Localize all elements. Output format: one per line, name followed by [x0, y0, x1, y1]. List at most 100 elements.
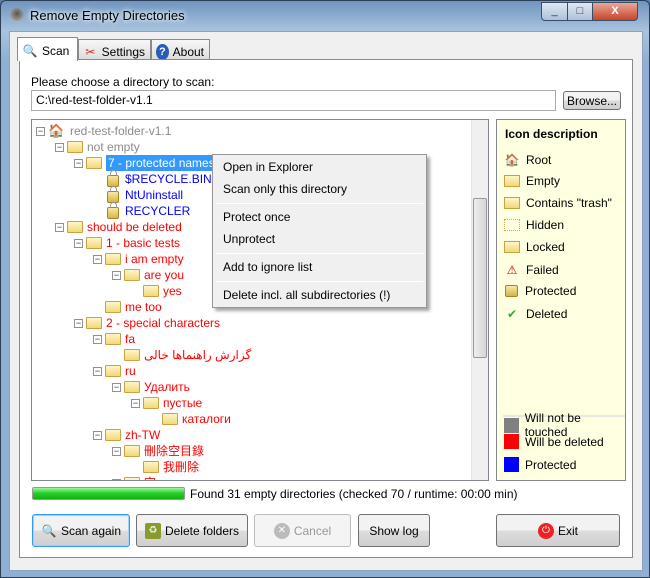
- collapse-toggle[interactable]: −: [74, 238, 83, 248]
- tree-node[interactable]: − Удалить: [112, 379, 190, 395]
- choose-directory-label: Please choose a directory to scan:: [31, 75, 215, 89]
- collapse-toggle[interactable]: −: [36, 126, 45, 136]
- tree-node-label: are you: [144, 268, 185, 282]
- delete-folders-button[interactable]: ♻ Delete folders: [136, 514, 248, 547]
- padlock-icon: [505, 285, 518, 297]
- legend-title: Icon description: [505, 127, 598, 141]
- context-menu-item[interactable]: Delete incl. all subdirectories (!): [223, 288, 390, 302]
- collapse-toggle[interactable]: −: [112, 382, 121, 392]
- tree-node[interactable]: − ru: [93, 363, 136, 379]
- tree-node[interactable]: − not empty: [55, 139, 140, 155]
- button-label: Scan again: [60, 523, 122, 538]
- tree-node-label: RECYCLER: [125, 204, 191, 218]
- scrollbar-thumb[interactable]: [473, 198, 487, 358]
- folder-icon: [67, 221, 83, 233]
- help-icon: ?: [156, 43, 169, 60]
- tree-node[interactable]: yes: [131, 283, 182, 299]
- recycle-bin-icon: ♻: [144, 522, 161, 539]
- collapse-toggle[interactable]: −: [55, 142, 64, 152]
- color-swatch: [504, 417, 519, 433]
- legend-label: Locked: [526, 240, 565, 254]
- directory-path-input[interactable]: C:\red-test-folder-v1.1: [31, 90, 556, 111]
- tree-node-label: not empty: [87, 140, 140, 154]
- folder-icon: [105, 253, 121, 265]
- collapse-toggle[interactable]: −: [93, 430, 102, 440]
- tree-node[interactable]: RECYCLER: [93, 202, 191, 219]
- exit-button[interactable]: ⏻ Exit: [496, 514, 620, 547]
- collapse-toggle[interactable]: −: [112, 478, 121, 480]
- collapse-toggle[interactable]: −: [112, 270, 121, 280]
- collapse-toggle[interactable]: −: [93, 334, 102, 344]
- collapse-toggle[interactable]: −: [93, 366, 102, 376]
- tree-node[interactable]: − fa: [93, 331, 135, 347]
- maximize-button[interactable]: □: [567, 2, 593, 21]
- folder-icon: [105, 301, 121, 313]
- minimize-button[interactable]: _: [541, 2, 568, 21]
- context-menu-item[interactable]: Add to ignore list: [223, 260, 312, 274]
- folder-icon: [86, 237, 102, 249]
- context-menu-item[interactable]: Scan only this directory: [223, 182, 347, 196]
- cancel-button[interactable]: ✕ Cancel: [254, 514, 351, 547]
- legend-item: ⚠ Failed: [504, 262, 559, 278]
- tree-node[interactable]: me too: [93, 299, 162, 315]
- menu-separator: [216, 281, 423, 282]
- house-icon: 🏠: [48, 123, 65, 138]
- scan-again-button[interactable]: 🔍 Scan again: [32, 514, 130, 547]
- tree-node[interactable]: 我刪除: [131, 459, 199, 475]
- tree-node[interactable]: گزارش راهنماها خالی: [112, 347, 251, 363]
- collapse-toggle[interactable]: −: [93, 254, 102, 264]
- tab-settings[interactable]: ✂ Settings: [78, 39, 151, 60]
- context-menu-item[interactable]: Open in Explorer: [223, 160, 313, 174]
- tree-node[interactable]: − are you: [112, 267, 184, 283]
- tree-node-label: 7 - protected names: [106, 155, 217, 171]
- tree-node[interactable]: − zh-TW: [93, 427, 160, 443]
- folder-icon: [124, 269, 140, 281]
- tree-node[interactable]: − i am empty: [93, 251, 184, 267]
- collapse-toggle[interactable]: −: [74, 318, 83, 328]
- tab-label: About: [172, 44, 204, 59]
- context-menu-item[interactable]: Unprotect: [223, 232, 275, 246]
- legend-item: Empty: [504, 174, 560, 188]
- legend-label: Root: [526, 153, 552, 167]
- tree-node-label: گزارش راهنماها خالی: [144, 348, 252, 362]
- tree-node-label: NtUninstall: [125, 188, 184, 202]
- power-icon: ⏻: [537, 522, 554, 539]
- tab-about[interactable]: ? About: [151, 39, 210, 60]
- cancel-icon: ✕: [273, 522, 290, 539]
- collapse-toggle[interactable]: −: [74, 158, 83, 168]
- tab-scan[interactable]: 🔍 Scan: [17, 37, 78, 61]
- tree-node[interactable]: −空: [112, 475, 156, 480]
- tree-node[interactable]: − 2 - special characters: [74, 315, 220, 331]
- window-title: Remove Empty Directories: [30, 8, 185, 23]
- tree-node[interactable]: − 1 - basic tests: [74, 235, 180, 251]
- collapse-toggle[interactable]: −: [112, 446, 121, 456]
- status-text: Found 31 empty directories (checked 70 /…: [190, 487, 518, 501]
- context-menu-item[interactable]: Protect once: [223, 210, 290, 224]
- button-label: Exit: [557, 523, 578, 538]
- browse-button[interactable]: Browse...: [563, 91, 621, 110]
- legend-label: Empty: [526, 174, 561, 188]
- tree-node[interactable]: − пустые: [131, 395, 202, 411]
- tree-node[interactable]: − 7 - protected names: [74, 155, 217, 171]
- tree-node[interactable]: − should be deleted: [55, 219, 182, 235]
- close-button[interactable]: X: [592, 2, 638, 21]
- tree-node[interactable]: − 🏠 red-test-folder-v1.1: [36, 123, 171, 139]
- hidden-folder-icon: [504, 219, 520, 231]
- tree-node[interactable]: − 刪除空目錄: [112, 443, 204, 459]
- legend-color-item: Protected: [504, 457, 576, 472]
- tree-node-label: 2 - special characters: [106, 316, 221, 330]
- tree-scrollbar[interactable]: [471, 120, 488, 480]
- tree-node[interactable]: NtUninstall: [93, 186, 184, 203]
- folder-icon: [105, 333, 121, 345]
- collapse-toggle[interactable]: −: [131, 398, 140, 408]
- folder-icon: [105, 429, 121, 441]
- tab-label: Scan: [42, 44, 70, 58]
- collapse-toggle[interactable]: −: [55, 222, 64, 232]
- tree-node[interactable]: $RECYCLE.BIN: [93, 170, 212, 187]
- tree-node-label: 我刪除: [163, 460, 200, 474]
- legend-label: Contains "trash": [526, 196, 612, 210]
- tools-icon: ✂: [85, 44, 96, 59]
- show-log-button[interactable]: Show log: [358, 514, 430, 547]
- tree-node-label: zh-TW: [125, 428, 161, 442]
- tree-node[interactable]: каталоги: [150, 411, 231, 427]
